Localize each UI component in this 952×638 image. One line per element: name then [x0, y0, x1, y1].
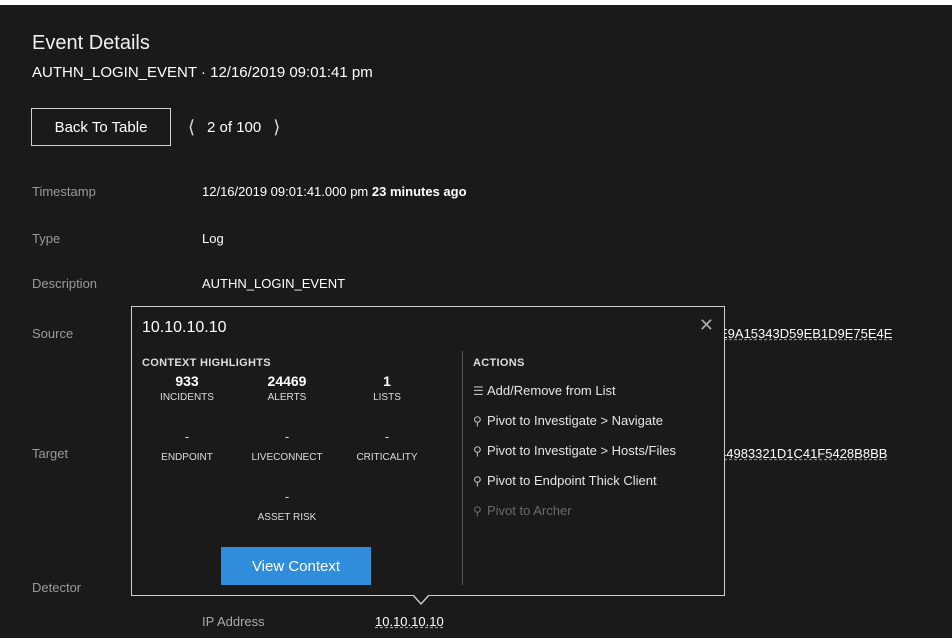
type-value: Log [202, 231, 224, 246]
ip-address-label: IP Address [202, 614, 265, 629]
page-title: Event Details [32, 32, 150, 54]
chevron-right-icon[interactable]: ⟩ [273, 117, 280, 138]
timestamp-relative: 23 minutes ago [371, 184, 467, 199]
action-pivot-archer: ⚲ Pivot to Archer [473, 503, 572, 518]
target-hash-link[interactable]: 44983321D1C41F5428B8BB [719, 446, 887, 461]
timestamp-value: 12/16/2019 09:01:41.000 pm 23 minutes ag… [202, 184, 467, 199]
stat-asset-risk: - ASSET RISK [237, 489, 337, 523]
context-tooltip-popup: 10.10.10.10 ✕ CONTEXT HIGHLIGHTS 933 INC… [131, 306, 725, 596]
pager-position: 2 of 100 [207, 119, 262, 136]
action-label: Pivot to Endpoint Thick Client [487, 473, 657, 488]
target-label: Target [32, 446, 69, 461]
stat-value: - [384, 429, 390, 444]
popup-title: 10.10.10.10 [142, 319, 227, 336]
action-pivot-endpoint-thick-client[interactable]: ⚲ Pivot to Endpoint Thick Client [473, 473, 657, 488]
stat-label: LIVECONNECT [251, 452, 323, 463]
timestamp-label: Timestamp [32, 184, 96, 199]
search-icon: ⚲ [473, 473, 482, 488]
timestamp-absolute: 12/16/2019 09:01:41.000 pm [202, 184, 369, 199]
stat-number: 1 [383, 373, 391, 389]
search-icon: ⚲ [473, 413, 482, 428]
stat-value: - [284, 489, 290, 504]
context-highlights-heading: CONTEXT HIGHLIGHTS [142, 357, 271, 369]
action-pivot-investigate-navigate[interactable]: ⚲ Pivot to Investigate > Navigate [473, 413, 663, 428]
stat-label: INCIDENTS [160, 392, 214, 403]
stat-number: 933 [175, 373, 199, 389]
stat-alerts[interactable]: 24469 ALERTS [242, 373, 332, 403]
ip-address-link[interactable]: 10.10.10.10 [375, 614, 444, 629]
stat-incidents[interactable]: 933 INCIDENTS [142, 373, 232, 403]
stat-criticality: - CRITICALITY [337, 429, 437, 463]
search-icon: ⚲ [473, 443, 482, 458]
stat-label: CRITICALITY [356, 452, 418, 463]
stat-liveconnect: - LIVECONNECT [237, 429, 337, 463]
action-label: Pivot to Investigate > Navigate [487, 413, 663, 428]
stat-value: - [184, 429, 190, 444]
stat-label: ALERTS [267, 392, 307, 403]
type-label: Type [32, 231, 61, 246]
action-label: Pivot to Investigate > Hosts/Files [487, 443, 676, 458]
source-hash-link[interactable]: E9A15343D59EB1D9E75E4E [719, 326, 892, 341]
back-to-table-button[interactable]: Back To Table [31, 108, 171, 146]
detector-label: Detector [32, 580, 82, 595]
popup-pointer-fill [413, 594, 429, 603]
actions-heading: ACTIONS [473, 357, 525, 369]
description-label: Description [32, 276, 98, 291]
list-icon: ☰ [473, 383, 484, 398]
pager: ⟨ 2 of 100 ⟩ [188, 117, 280, 138]
action-add-remove-list[interactable]: ☰ Add/Remove from List [473, 383, 616, 398]
stat-value: - [284, 429, 290, 444]
description-value: AUTHN_LOGIN_EVENT [202, 276, 346, 291]
event-subtitle: AUTHN_LOGIN_EVENT · 12/16/2019 09:01:41 … [32, 64, 373, 81]
stat-label: LISTS [373, 392, 401, 403]
source-label: Source [32, 326, 74, 341]
stat-lists[interactable]: 1 LISTS [342, 373, 432, 403]
chevron-left-icon[interactable]: ⟨ [188, 117, 195, 138]
action-pivot-investigate-hosts[interactable]: ⚲ Pivot to Investigate > Hosts/Files [473, 443, 676, 458]
popup-divider [462, 351, 463, 585]
stat-endpoint: - ENDPOINT [137, 429, 237, 463]
action-label: Pivot to Archer [487, 503, 572, 518]
view-context-button[interactable]: View Context [221, 547, 371, 585]
stat-number: 24469 [267, 373, 307, 389]
search-icon: ⚲ [473, 503, 482, 518]
close-icon[interactable]: ✕ [699, 315, 714, 336]
stat-label: ENDPOINT [161, 452, 213, 463]
stat-label: ASSET RISK [257, 512, 317, 523]
action-label: Add/Remove from List [487, 383, 616, 398]
